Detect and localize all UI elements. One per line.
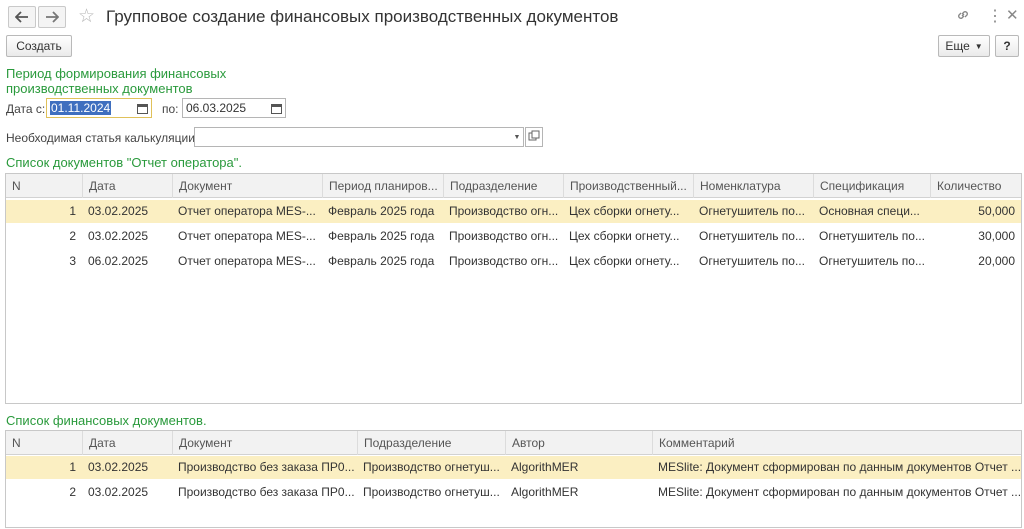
column-header[interactable]: Документ [172,174,322,198]
row-document: Производство без заказа ПР0... [178,485,355,499]
column-header[interactable]: Дата [82,174,172,198]
row-date: 06.02.2025 [88,254,149,268]
column-header[interactable]: Автор [505,431,652,455]
row-number: 2 [69,229,76,243]
row-specification: Огнетушитель по... [819,254,925,268]
row-specification: Огнетушитель по... [819,229,925,243]
row-department: Производство огнетуш... [363,460,500,474]
forward-arrow-icon [46,11,59,23]
close-icon[interactable]: ✕ [1006,6,1019,24]
row-department: Производство огн... [449,254,559,268]
row-document: Отчет оператора MES-... [178,229,316,243]
row-quantity: 30,000 [978,229,1015,243]
link-icon[interactable] [956,8,970,25]
row-production: Цех сборки огнету... [569,254,680,268]
more-button[interactable]: Еще ▼ [938,35,990,57]
column-header[interactable]: Подразделение [357,431,505,455]
row-department: Производство огнетуш... [363,485,500,499]
row-production: Цех сборки огнету... [569,204,680,218]
operator-reports-heading: Список документов "Отчет оператора". [6,155,242,170]
row-department: Производство огн... [449,229,559,243]
financial-docs-heading: Список финансовых документов. [6,413,207,428]
open-button[interactable] [525,127,543,147]
star-icon[interactable]: ☆ [78,5,95,28]
row-comment: MESlite: Документ сформирован по данным … [658,485,1021,499]
table-row[interactable]: 2 03.02.2025 Производство без заказа ПР0… [6,481,1021,504]
period-heading-line2: производственных документов [6,81,193,96]
row-date: 03.02.2025 [88,229,149,243]
back-button[interactable] [8,6,36,28]
row-date: 03.02.2025 [88,460,149,474]
date-to-label: по: [162,102,179,116]
table-row[interactable]: 1 03.02.2025 Отчет оператора MES-... Фев… [6,200,1021,223]
row-date: 03.02.2025 [88,204,149,218]
row-nomenclature: Огнетушитель по... [699,204,805,218]
dropdown-arrow-icon[interactable]: ▼ [509,129,525,145]
column-header[interactable]: Производственный... [563,174,693,198]
row-author: AlgorithMER [511,460,579,474]
column-header[interactable]: Номенклатура [693,174,813,198]
column-header[interactable]: Количество [930,174,1021,198]
row-number: 2 [69,485,76,499]
column-header[interactable]: Подразделение [443,174,563,198]
row-number: 1 [69,460,76,474]
column-header[interactable]: Период планиров... [322,174,443,198]
row-document: Отчет оператора MES-... [178,204,316,218]
financial-docs-table[interactable]: N Дата Документ Подразделение Автор Комм… [5,430,1022,528]
column-header[interactable]: Дата [82,431,172,455]
calendar-icon[interactable] [268,100,284,116]
date-from-label: Дата с: [6,102,46,116]
row-nomenclature: Огнетушитель по... [699,229,805,243]
row-comment: MESlite: Документ сформирован по данным … [658,460,1021,474]
help-button[interactable]: ? [995,35,1019,57]
row-document: Производство без заказа ПР0... [178,460,355,474]
row-specification: Основная специ... [819,204,920,218]
row-nomenclature: Огнетушитель по... [699,254,805,268]
more-vertical-icon[interactable]: ⋮ [987,6,1003,26]
more-label: Еще [945,39,970,53]
forward-button[interactable] [38,6,66,28]
calc-article-field[interactable] [194,127,524,147]
column-header[interactable]: N [6,174,82,198]
row-production: Цех сборки огнету... [569,229,680,243]
row-quantity: 50,000 [978,204,1015,218]
operator-reports-header: N Дата Документ Период планиров... Подра… [6,174,1021,198]
row-department: Производство огн... [449,204,559,218]
calc-article-label: Необходимая статья калькуляции: [6,131,199,145]
column-header[interactable]: Документ [172,431,357,455]
table-row[interactable]: 2 03.02.2025 Отчет оператора MES-... Фев… [6,225,1021,248]
column-header[interactable]: Спецификация [813,174,930,198]
back-arrow-icon [15,11,28,23]
table-row[interactable]: 1 03.02.2025 Производство без заказа ПР0… [6,456,1021,479]
dropdown-arrow-icon: ▼ [974,41,983,51]
column-header[interactable]: Комментарий [652,431,1021,455]
row-date: 03.02.2025 [88,485,149,499]
row-document: Отчет оператора MES-... [178,254,316,268]
row-period: Февраль 2025 года [328,229,435,243]
row-period: Февраль 2025 года [328,204,435,218]
date-to-value: 06.03.2025 [186,101,247,115]
table-row[interactable]: 3 06.02.2025 Отчет оператора MES-... Фев… [6,250,1021,273]
create-button[interactable]: Создать [6,35,72,57]
row-number: 1 [69,204,76,218]
date-from-value: 01.11.2024 [50,101,112,115]
open-icon [528,130,540,141]
column-header[interactable]: N [6,431,82,455]
calendar-icon[interactable] [134,100,150,116]
period-heading-line1: Период формирования финансовых [6,66,227,81]
row-number: 3 [69,254,76,268]
page-title: Групповое создание финансовых производст… [106,7,619,26]
row-period: Февраль 2025 года [328,254,435,268]
financial-docs-header: N Дата Документ Подразделение Автор Комм… [6,431,1021,455]
operator-reports-table[interactable]: N Дата Документ Период планиров... Подра… [5,173,1022,404]
row-author: AlgorithMER [511,485,579,499]
row-quantity: 20,000 [978,254,1015,268]
